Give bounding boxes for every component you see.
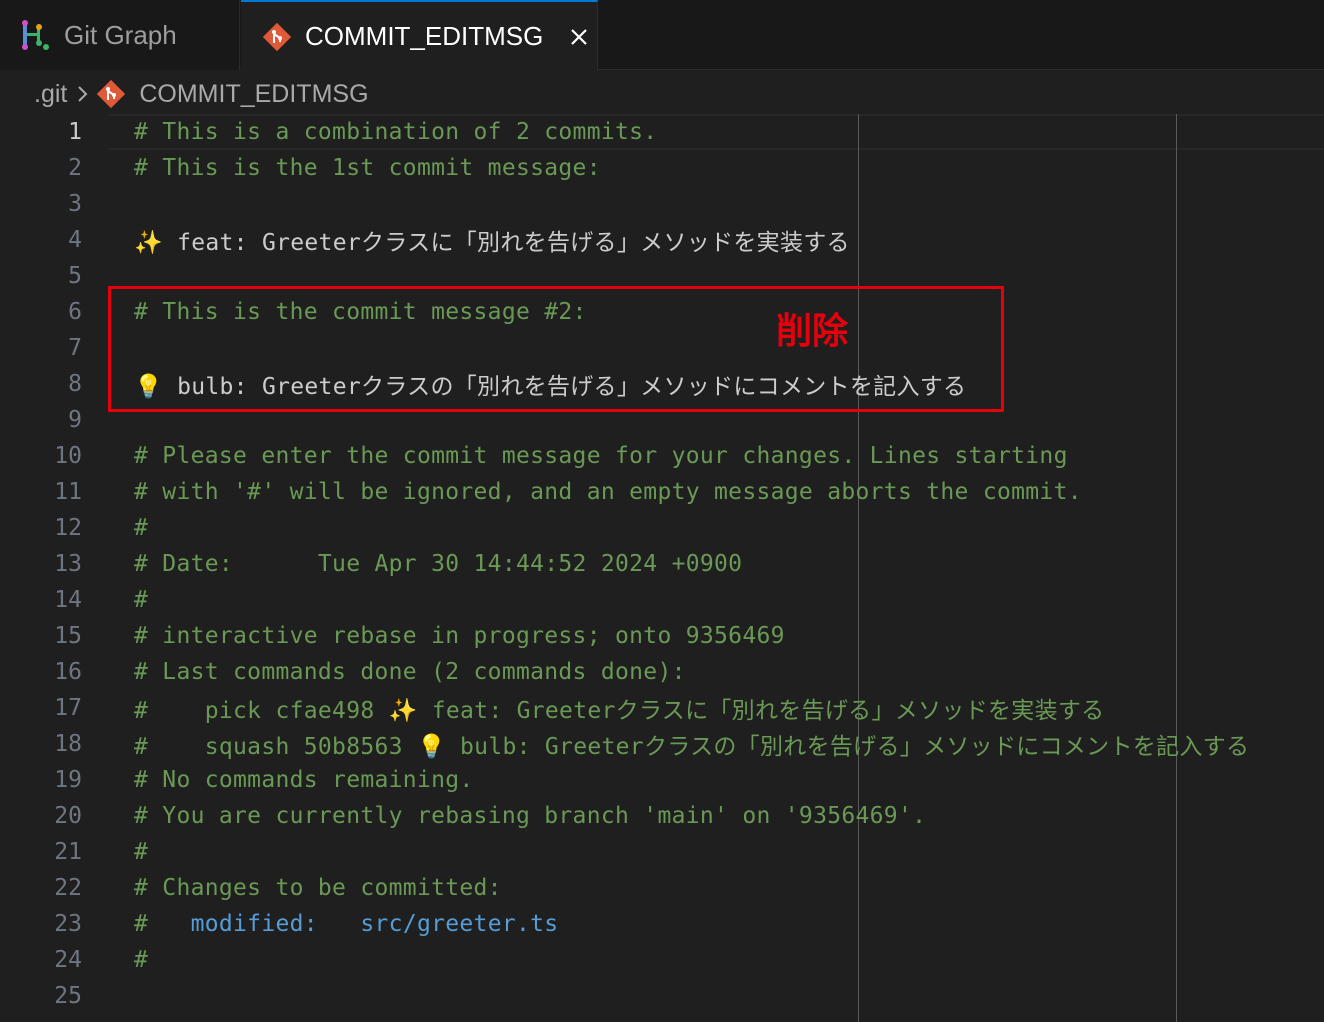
- breadcrumb: .git COMMIT_EDITMSG: [34, 74, 369, 114]
- editor-line[interactable]: 10 # Please enter the commit message for …: [0, 438, 1324, 474]
- annotation-box: [108, 286, 1004, 412]
- breadcrumb-file[interactable]: COMMIT_EDITMSG: [139, 80, 368, 109]
- line-text: # squash 50b8563 💡 bulb: Greeterクラスの「別れを…: [134, 734, 1250, 760]
- git-file-icon: [263, 22, 291, 51]
- comment-hash: #: [134, 911, 191, 937]
- line-text: # pick cfae498 ✨ feat: Greeterクラスに「別れを告げ…: [134, 698, 1105, 724]
- line-text: #: [134, 515, 149, 541]
- line-text: # No commands remaining.: [134, 767, 474, 793]
- line-number: 17: [54, 695, 82, 721]
- line-text: #: [134, 947, 149, 973]
- editor-line[interactable]: 18 # squash 50b8563 💡 bulb: Greeterクラスの「別…: [0, 726, 1324, 762]
- line-number: 15: [54, 623, 82, 649]
- line-number: 16: [54, 659, 82, 685]
- line-number: 14: [54, 587, 82, 613]
- editor-line[interactable]: 15 # interactive rebase in progress; onto…: [0, 618, 1324, 654]
- line-number: 7: [68, 335, 82, 361]
- editor-line[interactable]: 20 # You are currently rebasing branch 'm…: [0, 798, 1324, 834]
- line-text: #: [134, 587, 149, 613]
- file-path: src/greeter.ts: [360, 911, 559, 937]
- editor-line[interactable]: 21 #: [0, 834, 1324, 870]
- line-number: 6: [68, 299, 82, 325]
- line-number: 23: [54, 911, 82, 937]
- line-number: 9: [68, 407, 82, 433]
- tab-commit-editmsg[interactable]: COMMIT_EDITMSG: [241, 0, 598, 71]
- line-text: #: [134, 839, 149, 865]
- editor-line[interactable]: 11 # with '#' will be ignored, and an emp…: [0, 474, 1324, 510]
- line-number: 24: [54, 947, 82, 973]
- line-number: 2: [68, 155, 82, 181]
- annotation-label: 削除: [776, 311, 849, 352]
- line-number: 20: [54, 803, 82, 829]
- editor-line[interactable]: 1 # This is a combination of 2 commits.: [0, 114, 1324, 150]
- git-file-icon: [97, 80, 126, 108]
- line-text: # You are currently rebasing branch 'mai…: [134, 803, 927, 829]
- line-text: # Last commands done (2 commands done):: [134, 659, 686, 685]
- line-text: # Please enter the commit message for yo…: [134, 443, 1068, 469]
- line-text: # modified: src/greeter.ts: [134, 911, 558, 937]
- editor-line[interactable]: 2 # This is the 1st commit message:: [0, 150, 1324, 186]
- editor-line[interactable]: 22 # Changes to be committed:: [0, 870, 1324, 906]
- editor-line[interactable]: 12 #: [0, 510, 1324, 546]
- editor-line[interactable]: 24 #: [0, 942, 1324, 978]
- tab-git-graph[interactable]: Git Graph: [0, 0, 240, 70]
- line-number: 22: [54, 875, 82, 901]
- editor-line[interactable]: 3: [0, 186, 1324, 222]
- editor-line[interactable]: 19 # No commands remaining.: [0, 762, 1324, 798]
- line-text: # Changes to be committed:: [134, 875, 502, 901]
- code-editor[interactable]: 1 # This is a combination of 2 commits. 2 #…: [0, 114, 1324, 1022]
- line-number: 25: [54, 983, 82, 1009]
- tab-label: COMMIT_EDITMSG: [305, 21, 544, 51]
- tab-bar: Git Graph COMMIT_EDITMSG: [0, 0, 1324, 71]
- close-icon[interactable]: [567, 25, 591, 49]
- editor-line[interactable]: 23 # modified: src/greeter.ts: [0, 906, 1324, 942]
- editor-line[interactable]: 4 ✨ feat: Greeterクラスに「別れを告げる」メソッドを実装する: [0, 222, 1324, 258]
- line-number: 21: [54, 839, 82, 865]
- line-number: 19: [54, 767, 82, 793]
- line-number: 11: [54, 479, 82, 505]
- chevron-right-icon: [77, 84, 89, 104]
- line-text: # This is a combination of 2 commits.: [134, 119, 658, 145]
- line-number: 1: [68, 119, 82, 145]
- line-number: 12: [54, 515, 82, 541]
- editor-line[interactable]: 13 # Date: Tue Apr 30 14:44:52 2024 +0900: [0, 546, 1324, 582]
- line-text: ✨ feat: Greeterクラスに「別れを告げる」メソッドを実装する: [134, 230, 850, 256]
- breadcrumb-folder[interactable]: .git: [34, 80, 67, 109]
- editor-line[interactable]: 25: [0, 978, 1324, 1014]
- line-number: 18: [54, 731, 82, 757]
- line-number: 3: [68, 191, 82, 217]
- line-number: 13: [54, 551, 82, 577]
- line-text: # interactive rebase in progress; onto 9…: [134, 623, 785, 649]
- git-graph-icon: [20, 19, 50, 51]
- editor-line[interactable]: 14 #: [0, 582, 1324, 618]
- line-text: # with '#' will be ignored, and an empty…: [134, 479, 1082, 505]
- tab-label: Git Graph: [64, 19, 177, 50]
- line-number: 4: [68, 227, 82, 253]
- status-keyword: modified:: [190, 911, 318, 937]
- line-number: 5: [68, 263, 82, 289]
- line-number: 8: [68, 371, 82, 397]
- line-text: # Date: Tue Apr 30 14:44:52 2024 +0900: [134, 551, 743, 577]
- line-text: # This is the 1st commit message:: [134, 155, 601, 181]
- editor-line[interactable]: 17 # pick cfae498 ✨ feat: Greeterクラスに「別れを…: [0, 690, 1324, 726]
- line-number: 10: [54, 443, 82, 469]
- editor-line[interactable]: 16 # Last commands done (2 commands done)…: [0, 654, 1324, 690]
